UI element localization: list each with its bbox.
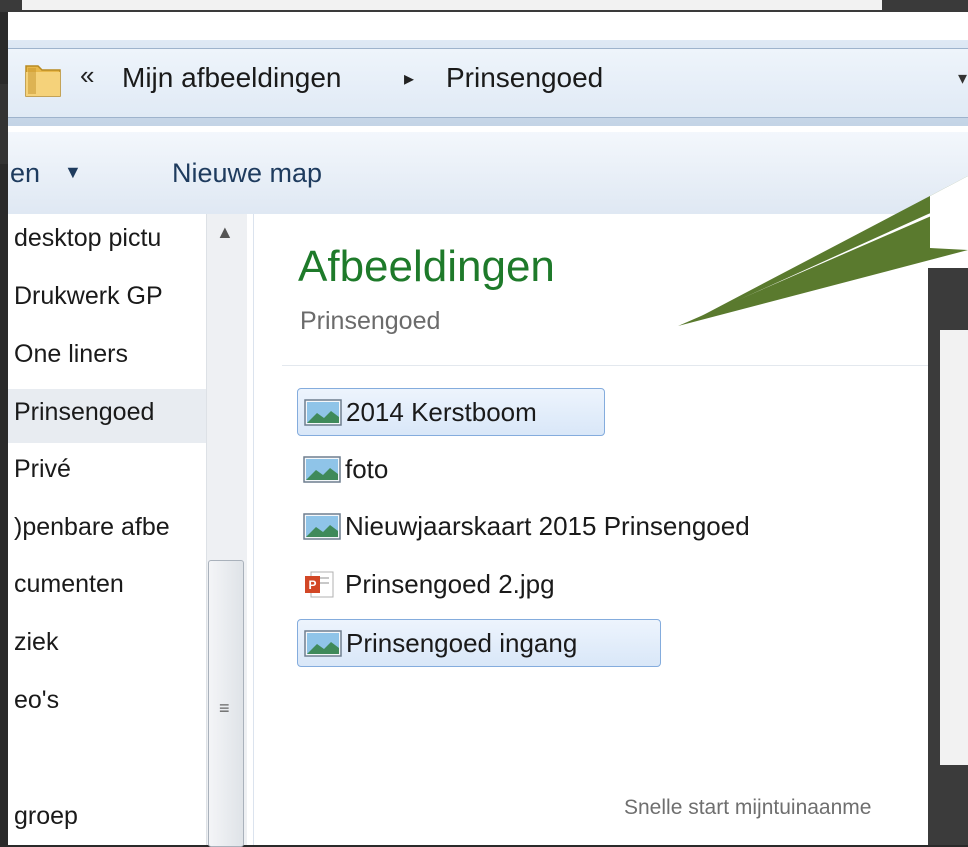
file-name: Prinsengoed ingang xyxy=(346,627,578,658)
sidebar-item[interactable]: desktop pictu xyxy=(14,224,202,253)
scroll-grip-icon: ≡ xyxy=(219,698,230,718)
image-file-icon xyxy=(304,398,342,426)
sidebar-item[interactable]: One liners xyxy=(14,340,202,369)
overlay-dialog-body xyxy=(940,330,968,765)
sidebar-item[interactable]: cumenten xyxy=(14,570,202,599)
address-dropdown-icon[interactable]: ▾ xyxy=(958,68,967,89)
powerpoint-file-icon: P xyxy=(305,571,334,597)
file-name: Nieuwjaarskaart 2015 Prinsengoed xyxy=(345,510,750,541)
file-item[interactable]: 2014 Kerstboom xyxy=(297,388,605,436)
image-file-icon xyxy=(304,629,342,657)
left-dark-edge xyxy=(0,84,8,164)
file-name: Prinsengoed 2.jpg xyxy=(345,568,555,599)
scroll-up-icon[interactable]: ▲ xyxy=(216,222,234,243)
sidebar-item[interactable]: Drukwerk GP xyxy=(14,282,202,311)
file-item[interactable]: Prinsengoed ingang xyxy=(297,619,661,667)
image-file-icon xyxy=(303,512,341,540)
new-folder-button[interactable]: Nieuwe map xyxy=(172,158,322,189)
library-title: Afbeeldingen xyxy=(298,242,555,291)
top-window-edge xyxy=(22,0,882,10)
breadcrumb-prinsengoed[interactable]: Prinsengoed xyxy=(446,62,603,94)
breadcrumb-arrow-icon[interactable]: ▸ xyxy=(404,66,414,91)
organize-button[interactable]: en xyxy=(10,158,40,189)
footer-caption: Snelle start mijntuinaanme xyxy=(624,796,872,819)
sidebar-item[interactable]: Privé xyxy=(14,455,202,484)
file-item[interactable]: foto xyxy=(297,446,388,492)
organize-dropdown-icon[interactable]: ▼ xyxy=(64,162,82,183)
sidebar-item[interactable]: Prinsengoed xyxy=(14,398,202,427)
content-divider xyxy=(282,365,968,366)
library-subtitle: Prinsengoed xyxy=(300,307,441,335)
file-item[interactable]: P Prinsengoed 2.jpg xyxy=(297,561,555,607)
breadcrumb-mijn-afbeeldingen[interactable]: Mijn afbeeldingen xyxy=(122,62,342,94)
svg-text:P: P xyxy=(308,578,316,592)
sidebar-item[interactable]: ziek xyxy=(14,628,202,657)
sidebar-item[interactable]: eo's xyxy=(14,686,202,715)
sidebar-item[interactable]: )penbare afbe xyxy=(14,513,202,542)
command-bar xyxy=(8,132,968,215)
sidebar-item[interactable]: groep xyxy=(14,802,202,831)
file-item[interactable]: Nieuwjaarskaart 2015 Prinsengoed xyxy=(297,503,750,549)
image-file-icon xyxy=(303,455,341,483)
file-name: 2014 Kerstboom xyxy=(346,396,537,427)
folder-icon xyxy=(25,65,61,97)
file-name: foto xyxy=(345,453,389,484)
back-chevron-icon[interactable]: « xyxy=(80,60,94,91)
